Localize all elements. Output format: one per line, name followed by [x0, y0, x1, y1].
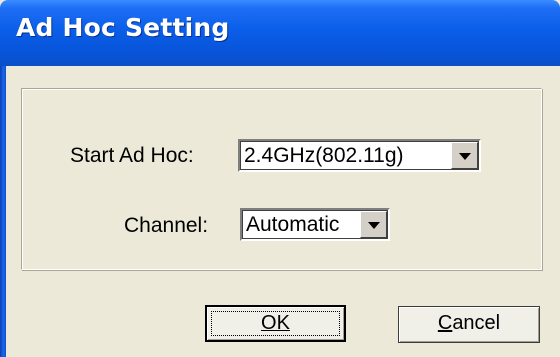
settings-group	[21, 88, 542, 270]
ok-button[interactable]: OK	[205, 305, 346, 342]
channel-label: Channel:	[124, 214, 209, 237]
ad-hoc-setting-dialog: Ad Hoc Setting Start Ad Hoc: 2.4GHz(802.…	[0, 0, 560, 357]
start-ad-hoc-label: Start Ad Hoc:	[70, 144, 194, 167]
dialog-title: Ad Hoc Setting	[16, 13, 230, 42]
channel-dropdown-button[interactable]	[360, 211, 387, 238]
cancel-button-label: Cancel	[438, 312, 500, 334]
start-ad-hoc-select[interactable]: 2.4GHz(802.11g)	[238, 139, 481, 172]
channel-value: Automatic	[246, 213, 340, 236]
cancel-button[interactable]: Cancel	[398, 306, 540, 343]
start-ad-hoc-value: 2.4GHz(802.11g)	[244, 144, 404, 167]
cancel-rest: ancel	[452, 312, 501, 334]
chevron-down-icon	[368, 222, 380, 229]
window-frame-left	[0, 66, 6, 357]
ok-button-label: OK	[261, 312, 290, 334]
title-bar[interactable]: Ad Hoc Setting	[0, 0, 560, 66]
chevron-down-icon	[459, 153, 471, 160]
start-ad-hoc-dropdown-button[interactable]	[451, 142, 478, 169]
cancel-mnemonic: C	[437, 312, 453, 334]
channel-select[interactable]: Automatic	[240, 208, 390, 241]
